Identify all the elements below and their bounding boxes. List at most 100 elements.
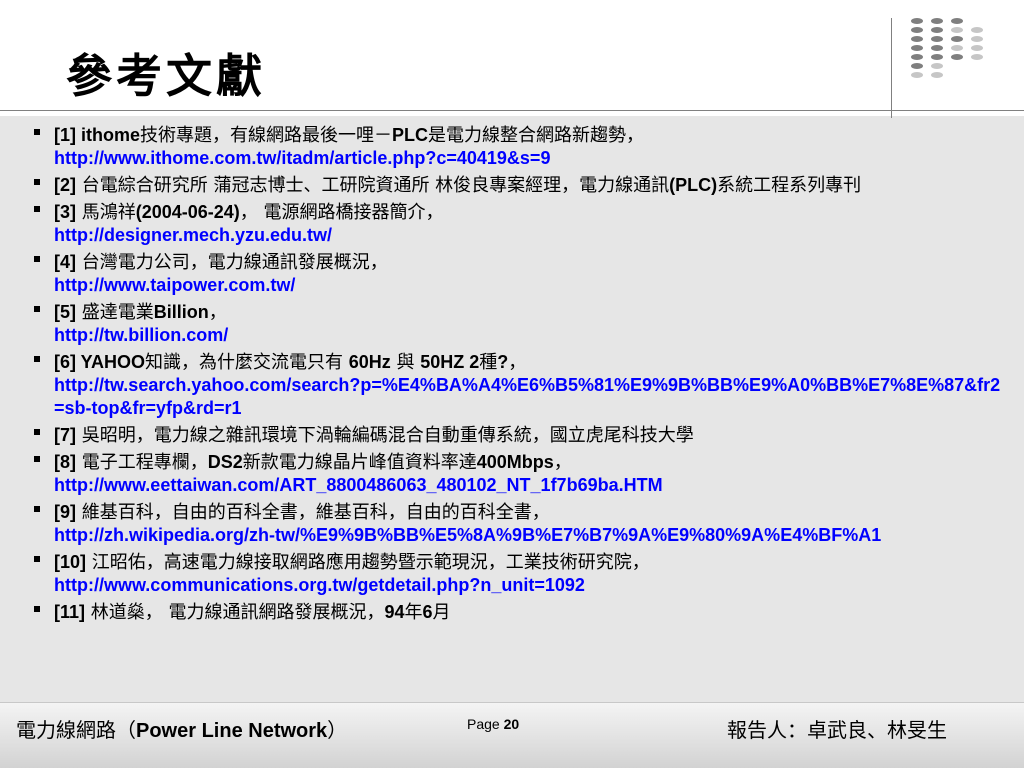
reference-text: 電子工程專欄， (76, 452, 208, 473)
decorative-dot (971, 27, 983, 33)
bullet-icon (34, 506, 40, 512)
decorative-dot (951, 45, 963, 51)
reference-text: ? (497, 352, 509, 372)
reference-item: [7] 吳昭明，電力線之雜訊環境下渦輪編碼混合自動重傳系統，國立虎尾科技大學 (0, 424, 1010, 447)
reference-text: 維基百科，自由的百科全書，維基百科，自由的百科全書， (76, 502, 550, 523)
footer-title-zh: 電力線網路（ (16, 718, 136, 742)
bullet-icon (34, 456, 40, 462)
page-number: 20 (503, 716, 520, 732)
decorative-vertical-line (891, 18, 892, 118)
page-indicator: Page 20 (467, 716, 519, 732)
reference-link[interactable]: http://tw.search.yahoo.com/search?p=%E4%… (54, 375, 1000, 418)
reference-text: 盛達電業 (76, 302, 154, 323)
bullet-icon (34, 206, 40, 212)
reference-text: 台灣電力公司，電力線通訊發展概況， (76, 252, 388, 273)
decorative-dot (951, 54, 963, 60)
reference-link[interactable]: http://zh.wikipedia.org/zh-tw/%E9%9B%BB%… (54, 525, 881, 545)
reference-link[interactable]: http://www.ithome.com.tw/itadm/article.p… (54, 148, 550, 168)
bullet-icon (34, 356, 40, 362)
bullet-icon (34, 606, 40, 612)
bullet-icon (34, 256, 40, 262)
reference-link[interactable]: http://tw.billion.com/ (54, 325, 228, 345)
decorative-dot (931, 36, 943, 42)
reference-text: 林道燊， 電力線通訊網路發展概況， (85, 602, 385, 623)
reference-number: [10] (54, 552, 87, 572)
footer-presentation-title: 電力線網路（Power Line Network） (16, 714, 347, 743)
reference-item: [11] 林道燊， 電力線通訊網路發展概況，94年6月 (0, 601, 1010, 624)
reference-number: [1] (54, 125, 76, 145)
decorative-dot (911, 45, 923, 51)
decorative-dot (911, 27, 923, 33)
reference-item: [6] YAHOO知識，為什麼交流電只有 60Hz 與 50HZ 2種?， htt… (0, 351, 1010, 420)
reference-link[interactable]: http://designer.mech.yzu.edu.tw/ (54, 225, 332, 245)
reference-text: ， (208, 302, 227, 323)
reference-text: 50HZ 2 (420, 352, 480, 372)
reference-text: 系統工程系列專刊 (717, 175, 862, 196)
reference-text: 馬鴻祥 (76, 202, 136, 223)
reference-text: 台電綜合研究所 蒲冠志博士、工研院資通所 林俊良專案經理，電力線通訊 (76, 175, 670, 196)
decorative-dot (911, 54, 923, 60)
reference-text: 新款電力線晶片峰值資料率達 (242, 452, 477, 473)
reference-link[interactable]: http://www.taipower.com.tw/ (54, 275, 295, 295)
footer-title-close: ） (327, 718, 348, 742)
reference-text: 400Mbps (476, 452, 554, 472)
footer-title-en: Power Line Network (136, 720, 328, 742)
reference-text: ， (508, 352, 527, 373)
decorative-dot (931, 27, 943, 33)
reference-number: [9] (54, 502, 76, 522)
reference-text: ， (553, 452, 572, 473)
decorative-dot (951, 36, 963, 42)
reference-item: [5] 盛達電業Billion， http://tw.billion.com/ (0, 301, 1010, 347)
reference-text: 吳昭明，電力線之雜訊環境下渦輪編碼混合自動重傳系統，國立虎尾科技大學 (76, 425, 694, 446)
reference-link[interactable]: http://www.communications.org.tw/getdeta… (54, 575, 585, 595)
reference-item: [10] 江昭佑，高速電力線接取網路應用趨勢暨示範現況，工業技術研究院， http… (0, 551, 1010, 597)
reference-item: [8] 電子工程專欄，DS2新款電力線晶片峰值資料率達400Mbps， http:… (0, 451, 1010, 497)
decorative-dot (931, 72, 943, 78)
reference-text: 60Hz (348, 352, 391, 372)
reference-text: ithome (76, 125, 141, 145)
decorative-dot (911, 72, 923, 78)
decorative-dot (911, 18, 923, 24)
reference-link[interactable]: http://www.eettaiwan.com/ART_8800486063_… (54, 475, 663, 495)
decorative-horizontal-line (0, 110, 1024, 111)
reference-text: YAHOO (76, 352, 146, 372)
bullet-icon (34, 129, 40, 135)
reference-item: [3] 馬鴻祥(2004-06-24)， 電源網路橋接器簡介， http://de… (0, 201, 1010, 247)
reference-text: DS2 (207, 452, 243, 472)
reference-text: 技術專題，有線網路最後一哩－ (140, 125, 393, 146)
decorative-dot (971, 45, 983, 51)
reference-text: 知識，為什麼交流電只有 (145, 352, 349, 373)
reference-number: [5] (54, 302, 76, 322)
decorative-dot (951, 18, 963, 24)
decorative-dot (931, 18, 943, 24)
decorative-dot (911, 36, 923, 42)
decorative-dot (971, 36, 983, 42)
reference-number: [3] (54, 202, 76, 222)
reference-number: [11] (54, 602, 86, 622)
reference-text: Billion (153, 302, 209, 322)
decorative-dot (931, 54, 943, 60)
slide-title: 參考文獻 (66, 49, 266, 103)
reference-list: [1] ithome技術專題，有線網路最後一哩－PLC是電力線整合網路新趨勢， h… (0, 124, 1010, 628)
decorative-dot (951, 27, 963, 33)
bullet-icon (34, 306, 40, 312)
reference-text: (PLC) (669, 175, 718, 195)
reference-number: [2] (54, 175, 76, 195)
reference-text: (2004-06-24) (135, 202, 240, 222)
reference-text: ， 電源網路橋接器簡介， (239, 202, 444, 223)
reference-text: 種 (479, 352, 498, 373)
reference-text: 年 (404, 602, 423, 623)
reference-text: 6 (422, 602, 433, 622)
reference-text: 與 (390, 352, 421, 373)
reference-item: [4] 台灣電力公司，電力線通訊發展概況， http://www.taipower… (0, 251, 1010, 297)
reference-text: 94 (384, 602, 405, 622)
reference-text: 江昭佑，高速電力線接取網路應用趨勢暨示範現況，工業技術研究院， (86, 552, 650, 573)
slide: 參考文獻 [1] ithome技術專題，有線網路最後一哩－PLC是電力線整合網路… (0, 0, 1024, 768)
page-label: Page (467, 716, 500, 732)
reference-item: [1] ithome技術專題，有線網路最後一哩－PLC是電力線整合網路新趨勢， h… (0, 124, 1010, 170)
footer-presenters: 報告人：卓武良、林旻生 (727, 718, 947, 742)
reference-item: [2] 台電綜合研究所 蒲冠志博士、工研院資通所 林俊良專案經理，電力線通訊(P… (0, 174, 1010, 197)
reference-number: [6] (54, 352, 76, 372)
bullet-icon (34, 179, 40, 185)
bullet-icon (34, 556, 40, 562)
